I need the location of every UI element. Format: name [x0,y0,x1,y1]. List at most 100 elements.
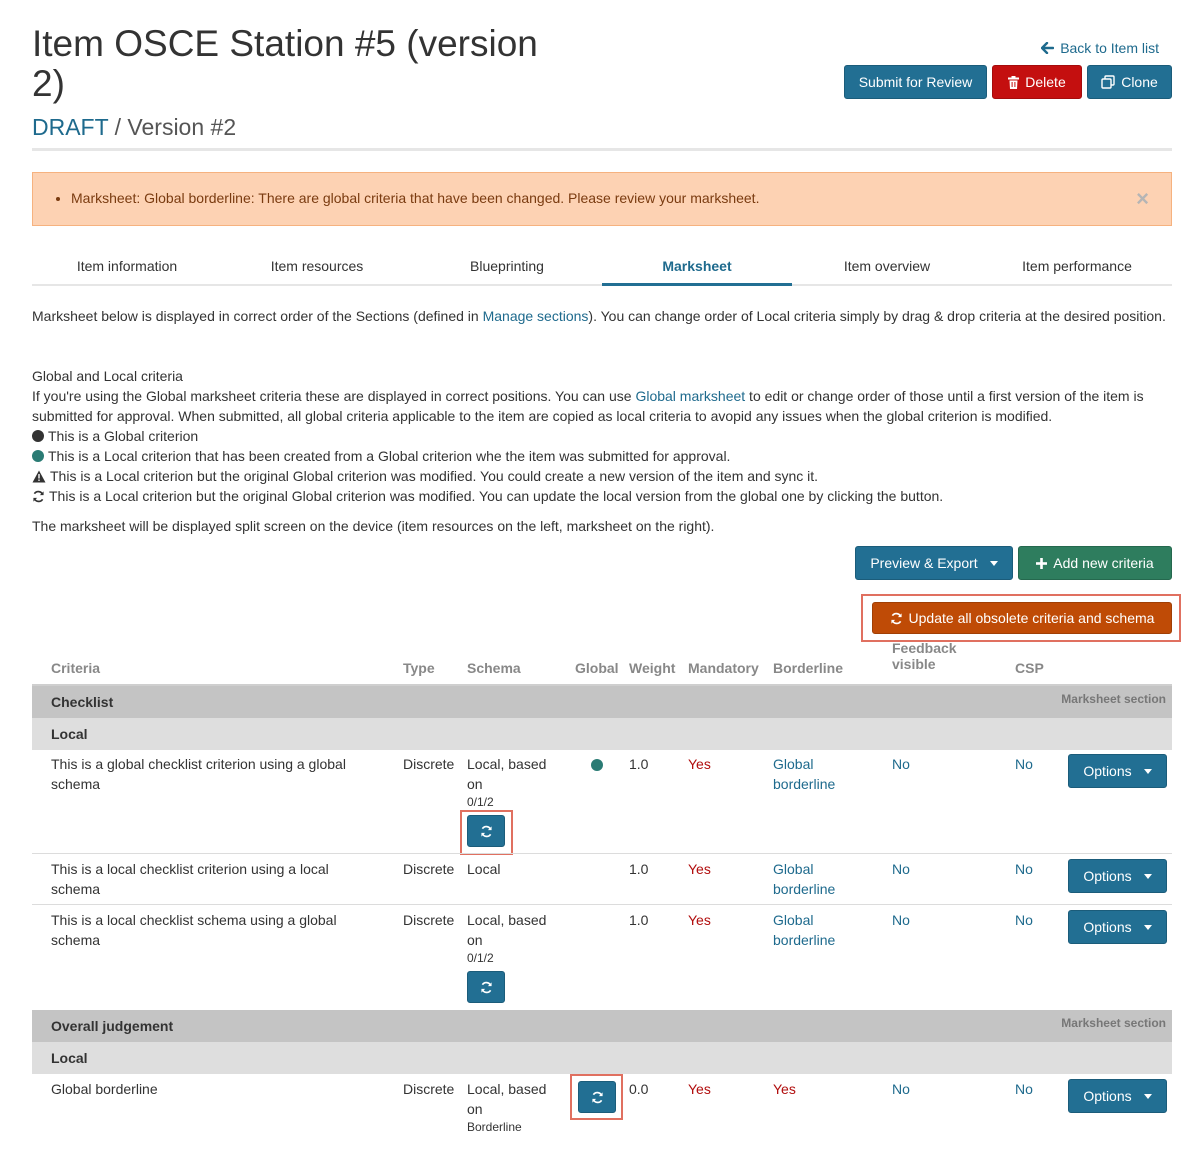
tab-item-resources[interactable]: Item resources [222,250,412,284]
schema-text: Local, based [467,756,547,772]
warning-alert: Marksheet: Global borderline: There are … [32,172,1172,226]
options-dropdown[interactable]: Options [1068,859,1167,893]
options-dropdown[interactable]: Options [1068,1079,1167,1113]
options-label: Options [1083,763,1132,779]
legend-sync-text: This is a Local criterion but the origin… [49,488,944,504]
group-local-overall: Local [32,1042,1172,1074]
feedback-visible-cell[interactable]: No [892,910,910,930]
criteria-description: If you're using the Global marksheet cri… [32,386,1172,426]
delete-label: Delete [1025,74,1066,90]
type-cell: Discrete [403,912,455,928]
options-label: Options [1083,1088,1132,1104]
sync-global-button[interactable] [578,1081,616,1113]
marksheet-toolbar: Preview & Export Add new criteria [855,546,1172,580]
criteria-text: This is a global checklist criterion usi… [51,756,346,772]
close-icon[interactable]: × [1136,188,1149,210]
title-divider [32,148,1172,151]
section-name: Checklist [51,694,114,710]
schema-cell: Local, based on 0/1/2 [467,910,546,966]
preview-label: Preview & Export [870,555,978,571]
weight-cell: 0.0 [629,1081,649,1097]
feedback-visible-cell[interactable]: No [892,754,910,774]
options-label: Options [1083,868,1132,884]
csp-cell[interactable]: No [1015,754,1033,774]
legend-global: This is a Global criterion [32,426,1172,446]
refresh-icon [32,490,45,503]
csp-cell[interactable]: No [1015,910,1033,930]
global-dot-icon [32,430,44,442]
col-feedback-line2: visible [892,656,936,672]
options-dropdown[interactable]: Options [1068,910,1167,944]
feedback-visible-cell[interactable]: No [892,859,910,879]
options-dropdown[interactable]: Options [1068,754,1167,788]
weight-cell: 1.0 [629,912,649,928]
item-actions: Submit for Review Delete Clone [844,65,1172,99]
back-to-item-list-link[interactable]: Back to Item list [1041,40,1159,56]
borderline-link[interactable]: Global borderline [773,859,835,899]
borderline-link[interactable]: Global borderline [773,754,835,794]
caret-down-icon [1143,924,1152,930]
version-label: / Version #2 [108,114,237,140]
criteria-text: schema [51,932,101,948]
type-cell: Discrete [403,861,455,877]
criteria-text: schema [51,881,101,897]
col-global: Global [575,660,619,676]
legend-warning-text: This is a Local criterion but the origin… [50,468,819,484]
update-highlight: Update all obsolete criteria and schema [861,594,1181,642]
borderline-text: borderline [773,932,836,948]
clone-button[interactable]: Clone [1087,65,1172,99]
intro-text: Marksheet below is displayed in correct … [32,308,483,324]
section-checklist[interactable]: Checklist Marksheet section [32,686,1172,718]
type-cell: Discrete [403,756,455,772]
schema-detail: Borderline [467,1120,522,1134]
sync-schema-button[interactable] [467,971,505,1003]
add-label: Add new criteria [1053,555,1154,571]
criteria-explanation: Global and Local criteria If you're usin… [32,366,1172,506]
tab-item-information[interactable]: Item information [32,250,222,284]
mandatory-cell: Yes [688,912,711,928]
col-weight: Weight [629,660,676,676]
arrow-left-icon [1041,42,1055,54]
col-csp: CSP [1015,660,1044,676]
section-name: Overall judgement [51,1018,174,1034]
borderline-link[interactable]: Global borderline [773,910,835,950]
refresh-icon [890,612,903,625]
schema-cell: Local [467,861,501,877]
feedback-visible-cell[interactable]: No [892,1079,910,1099]
intro-text-end: ). You can change order of Local criteri… [588,308,1166,324]
tab-item-overview[interactable]: Item overview [792,250,982,284]
csp-cell[interactable]: No [1015,859,1033,879]
add-new-criteria-button[interactable]: Add new criteria [1018,546,1172,580]
update-obsolete-button[interactable]: Update all obsolete criteria and schema [872,602,1172,634]
tab-blueprinting[interactable]: Blueprinting [412,250,602,284]
legend-local-text: This is a Local criterion that has been … [48,448,731,464]
split-screen-note: The marksheet will be displayed split sc… [32,518,715,534]
caret-down-icon [1143,768,1152,774]
global-marksheet-link[interactable]: Global marksheet [635,388,745,404]
local-from-global-dot-icon [591,759,603,771]
tab-item-performance[interactable]: Item performance [982,250,1172,284]
manage-sections-link[interactable]: Manage sections [483,308,589,324]
caret-down-icon [1143,873,1152,879]
delete-button[interactable]: Delete [992,65,1082,99]
borderline-cell: Yes [773,1081,796,1097]
schema-detail: 0/1/2 [467,951,494,965]
mandatory-cell: Yes [688,756,711,772]
legend-local-from-global: This is a Local criterion that has been … [32,446,1172,466]
criteria-cell: Global borderline [51,1081,158,1097]
borderline-text: borderline [773,881,836,897]
caret-down-icon [1143,1093,1152,1099]
item-status: DRAFT / Version #2 [32,114,236,141]
col-feedback-line1: Feedback [892,640,957,656]
preview-export-dropdown[interactable]: Preview & Export [855,546,1013,580]
section-tag: Marksheet section [1061,1016,1166,1030]
sync-schema-button[interactable] [467,815,505,847]
legend-sync: This is a Local criterion but the origin… [32,486,1172,506]
csp-cell[interactable]: No [1015,1079,1033,1099]
mandatory-cell: Yes [688,861,711,877]
plus-icon [1036,557,1048,569]
section-overall-judgement[interactable]: Overall judgement Marksheet section [32,1010,1172,1042]
submit-for-review-button[interactable]: Submit for Review [844,65,987,99]
borderline-text: Global [773,756,814,772]
tab-marksheet[interactable]: Marksheet [602,250,792,286]
